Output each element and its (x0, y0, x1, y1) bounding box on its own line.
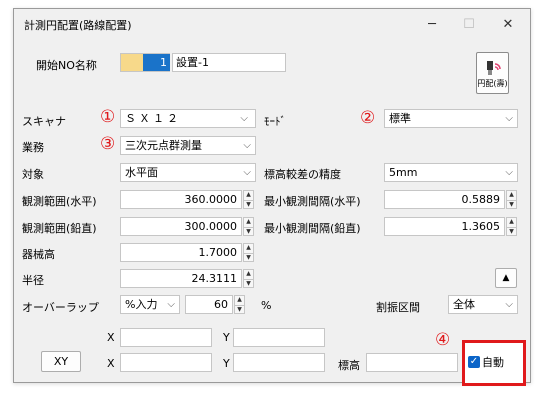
elevation-label: 標高 (338, 359, 360, 372)
interval-label: 割振区間 (376, 301, 420, 314)
start-number-value: 1 (143, 54, 170, 71)
work-label: 業務 (22, 141, 44, 154)
maximize-icon[interactable]: ☐ (451, 9, 487, 39)
x-input-2[interactable] (120, 353, 212, 372)
spin-up-icon[interactable]: ▲ (244, 218, 253, 227)
range-v-label: 観測範囲(鉛直) (22, 222, 97, 235)
chevron-down-icon: ⌵ (243, 167, 251, 178)
elev-precision-value: 5mm (389, 166, 418, 179)
y-input-2[interactable] (233, 353, 325, 372)
radius-spinner[interactable]: ▲ ▼ (243, 269, 254, 288)
marker-4: ④ (435, 330, 451, 350)
circle-placement-label: 円配(壽) (477, 78, 508, 88)
chevron-down-icon: ⌵ (505, 167, 513, 178)
target-value: 水平面 (125, 166, 158, 179)
spin-up-icon[interactable]: ▲ (507, 218, 516, 227)
title-bar: 計測円配置(路線配置) ─ ☐ ✕ (14, 9, 530, 39)
spin-up-icon[interactable]: ▲ (235, 296, 244, 305)
overlap-label: オーバーラップ (22, 301, 99, 314)
work-select[interactable]: 三次元点群測量 ⌵ (120, 136, 256, 155)
spin-down-icon[interactable]: ▼ (235, 306, 244, 315)
min-int-h-label: 最小観測間隔(水平) (264, 195, 361, 208)
spin-down-icon[interactable]: ▼ (244, 254, 253, 263)
start-name-field[interactable]: 設置-1 (172, 53, 286, 72)
overlap-unit: % (261, 299, 272, 312)
start-no-label: 開始NO名称 (36, 59, 97, 72)
spin-down-icon[interactable]: ▼ (244, 228, 253, 237)
range-v-spinner[interactable]: ▲ ▼ (243, 217, 254, 236)
mode-label: ﾓｰﾄﾞ (264, 115, 286, 128)
spin-up-icon[interactable]: ▲ (244, 270, 253, 279)
scanner-label: スキャナ (22, 115, 66, 128)
checkbox-checked-icon[interactable]: ✓ (468, 356, 480, 368)
minimize-icon[interactable]: ─ (414, 9, 450, 39)
radius-input[interactable]: 24.3111 (120, 269, 242, 288)
elevation-input[interactable] (366, 353, 458, 372)
spin-down-icon[interactable]: ▼ (244, 201, 253, 210)
overlap-spinner[interactable]: ▲ ▼ (234, 295, 245, 314)
chevron-down-icon: ⌵ (505, 299, 513, 310)
instrument-height-spinner[interactable]: ▲ ▼ (243, 243, 254, 262)
x-label-2: X (107, 357, 115, 370)
mode-select[interactable]: 標準 ⌵ (384, 109, 518, 128)
x-label-1: X (107, 331, 115, 344)
spin-down-icon[interactable]: ▼ (507, 201, 516, 210)
range-h-label: 観測範囲(水平) (22, 195, 97, 208)
close-icon[interactable]: ✕ (490, 9, 526, 39)
elev-precision-label: 標高較差の精度 (264, 168, 341, 181)
dialog-window: 計測円配置(路線配置) ─ ☐ ✕ 開始NO名称 1 設置-1 円配(壽) スキ… (13, 8, 531, 383)
chevron-down-icon: ⌵ (167, 299, 175, 310)
auto-label: 自動 (482, 356, 504, 369)
min-int-v-input[interactable]: 1.3605 (384, 217, 505, 236)
chevron-down-icon: ⌵ (243, 140, 251, 151)
overlap-mode-select[interactable]: %入力 ⌵ (120, 295, 180, 314)
instrument-height-label: 器械高 (22, 248, 55, 261)
marker-1: ① (100, 107, 116, 127)
mode-value: 標準 (389, 112, 411, 125)
expand-up-button[interactable]: ▲ (495, 268, 517, 288)
target-select[interactable]: 水平面 ⌵ (120, 163, 256, 182)
xy-button[interactable]: XY (41, 351, 81, 372)
circle-placement-button[interactable]: 円配(壽) (476, 52, 509, 94)
min-int-v-spinner[interactable]: ▲ ▼ (506, 217, 517, 236)
circle-placement-icon (486, 60, 501, 75)
y-label-2: Y (223, 357, 230, 370)
spin-up-icon[interactable]: ▲ (507, 191, 516, 200)
overlap-mode-value: %入力 (125, 298, 158, 311)
min-int-h-spinner[interactable]: ▲ ▼ (506, 190, 517, 209)
y-label-1: Y (223, 331, 230, 344)
scanner-value: ＳＸ１２ (125, 112, 181, 125)
range-h-input[interactable]: 360.0000 (120, 190, 242, 209)
window-title: 計測円配置(路線配置) (24, 19, 132, 32)
spin-up-icon[interactable]: ▲ (244, 191, 253, 200)
spin-down-icon[interactable]: ▼ (244, 280, 253, 289)
target-label: 対象 (22, 168, 44, 181)
radius-label: 半径 (22, 274, 44, 287)
spin-down-icon[interactable]: ▼ (507, 228, 516, 237)
auto-checkbox[interactable]: ✓ 自動 (468, 354, 504, 370)
start-number-field[interactable]: 1 (120, 53, 170, 72)
min-int-h-input[interactable]: 0.5889 (384, 190, 505, 209)
x-input-1[interactable] (120, 328, 212, 347)
chevron-down-icon: ⌵ (240, 113, 251, 124)
triangle-up-icon: ▲ (502, 273, 510, 283)
y-input-1[interactable] (233, 328, 325, 347)
instrument-height-input[interactable]: 1.7000 (120, 243, 242, 262)
overlap-value-input[interactable]: 60 (185, 295, 233, 314)
spin-up-icon[interactable]: ▲ (244, 244, 253, 253)
interval-select[interactable]: 全体 ⌵ (448, 295, 518, 314)
min-int-v-label: 最小観測間隔(鉛直) (264, 222, 361, 235)
scanner-select[interactable]: ＳＸ１２ ⌵ (120, 109, 256, 128)
marker-2: ② (360, 108, 376, 128)
elev-precision-select[interactable]: 5mm ⌵ (384, 163, 518, 182)
work-value: 三次元点群測量 (125, 139, 202, 152)
marker-3: ③ (100, 134, 116, 154)
interval-value: 全体 (453, 298, 475, 311)
chevron-down-icon: ⌵ (505, 113, 513, 124)
range-v-input[interactable]: 300.0000 (120, 217, 242, 236)
range-h-spinner[interactable]: ▲ ▼ (243, 190, 254, 209)
